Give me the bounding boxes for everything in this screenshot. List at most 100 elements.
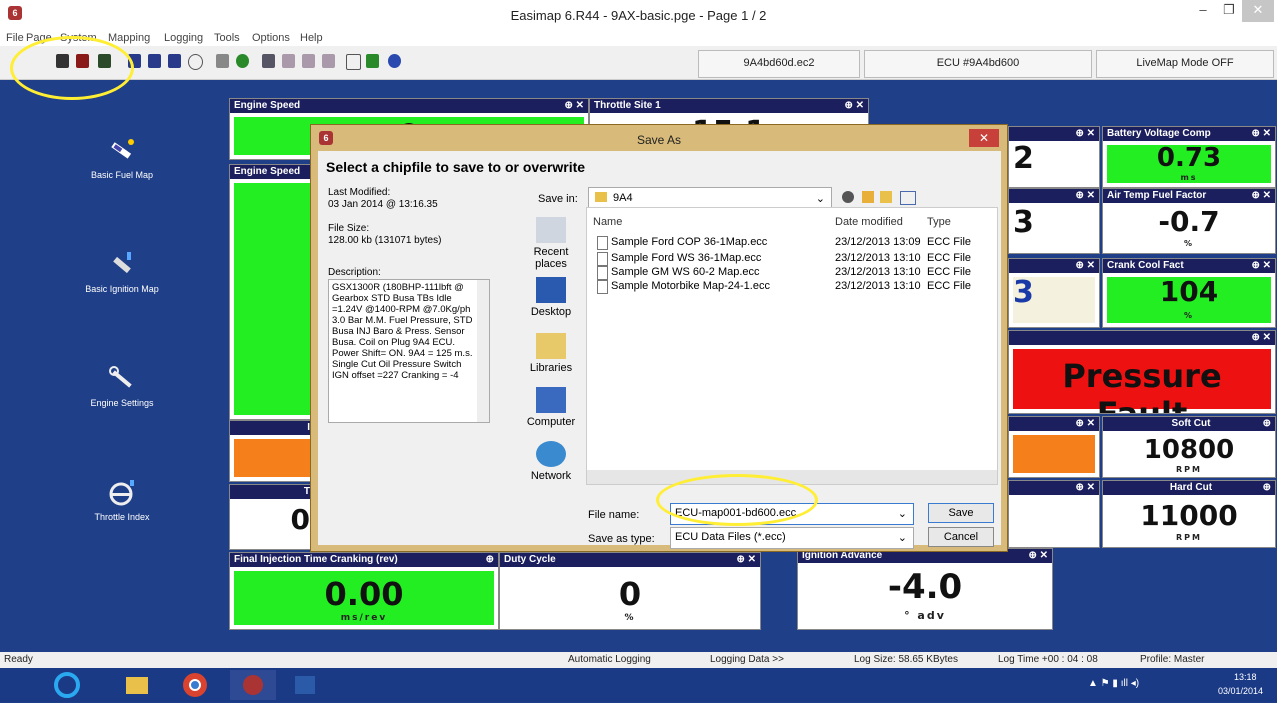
cancel-button[interactable]: Cancel <box>928 527 994 547</box>
clock-icon[interactable] <box>188 54 203 70</box>
close-button[interactable]: ✕ <box>1242 0 1274 22</box>
chevron-down-icon: ⌄ <box>897 508 907 520</box>
pin-icon[interactable]: ⊕ <box>1263 417 1271 431</box>
help-icon[interactable] <box>388 54 401 68</box>
gauge-soft-cut[interactable]: Soft Cut ⊕ 10800 RPM <box>1102 416 1276 478</box>
file-row[interactable]: Sample Ford WS 36-1Map.ecc 23/12/2013 13… <box>593 252 997 266</box>
view-menu-icon[interactable] <box>900 191 916 205</box>
gauge-pressure-fault[interactable]: ⊕ ✕ Pressure Fault <box>1008 330 1276 414</box>
status-log-time: Log Time +00 : 04 : 08 <box>998 654 1098 665</box>
menu-options[interactable]: Options <box>252 32 290 44</box>
file-row[interactable]: Sample Ford COP 36-1Map.ecc 23/12/2013 1… <box>593 236 997 250</box>
internet-explorer-icon[interactable] <box>44 670 90 700</box>
place-network[interactable]: Network <box>518 441 584 482</box>
gauge-partial-g[interactable]: ⊕ ✕ <box>1008 480 1100 548</box>
back-icon[interactable] <box>842 191 854 203</box>
column-date-modified[interactable]: Date modified <box>835 216 903 228</box>
live-icon[interactable] <box>366 54 379 68</box>
highlight-circle-toolbar <box>10 36 134 100</box>
gauge-crank-cool-fact[interactable]: Crank Cool Fact ⊕ ✕ 104 % <box>1102 258 1276 328</box>
pin-icon[interactable]: ⊕ <box>486 553 494 567</box>
description-box[interactable]: GSX1300R (180BHP-111lbft @ Gearbox STD B… <box>328 279 490 423</box>
pin-icon[interactable]: ⊕ ✕ <box>1251 127 1271 141</box>
dialog-heading: Select a chipfile to save to or overwrit… <box>326 159 586 175</box>
desktop-engine-settings[interactable]: Engine Settings <box>62 364 182 408</box>
next-page-icon[interactable] <box>168 54 181 68</box>
menu-help[interactable]: Help <box>300 32 323 44</box>
pin-icon[interactable]: ⊕ ✕ <box>564 99 584 113</box>
graph-icon[interactable] <box>282 54 295 68</box>
gauge-partial-c[interactable]: ⊕ ✕ 3 <box>1008 258 1100 328</box>
pin-icon[interactable]: ⊕ ✕ <box>736 553 756 567</box>
gauge-partial-e[interactable]: T 0 <box>229 484 319 550</box>
menu-logging[interactable]: Logging <box>164 32 203 44</box>
status-auto-logging[interactable]: Automatic Logging <box>568 654 651 665</box>
file-list[interactable]: Name Date modified Type Sample Ford COP … <box>586 207 998 485</box>
place-computer[interactable]: Computer <box>518 387 584 428</box>
up-folder-icon[interactable] <box>862 191 874 203</box>
minimize-button[interactable]: – <box>1190 0 1216 22</box>
info-icon[interactable] <box>236 54 249 68</box>
pin-icon[interactable]: ⊕ ✕ <box>1251 259 1271 273</box>
save-button[interactable]: Save <box>928 503 994 523</box>
gauge-final-injection-time-cranking[interactable]: Final Injection Time Cranking (rev) ⊕ 0.0… <box>229 552 499 630</box>
window-title: Easimap 6.R44 - 9AX-basic.pge - Page 1 /… <box>510 8 767 23</box>
gauge-hard-cut[interactable]: Hard Cut ⊕ 11000 RPM <box>1102 480 1276 548</box>
place-recent[interactable]: Recent places <box>518 217 584 270</box>
pin-icon[interactable]: ⊕ ✕ <box>844 99 864 113</box>
new-folder-icon[interactable] <box>880 191 892 203</box>
place-libraries[interactable]: Libraries <box>518 333 584 374</box>
clock-date[interactable]: 03/01/2014 <box>1218 686 1263 696</box>
map-icon[interactable] <box>262 54 275 68</box>
graph2-icon[interactable] <box>302 54 315 68</box>
word-icon[interactable] <box>282 670 328 700</box>
desktop-throttle-index[interactable]: Throttle Index <box>62 478 182 522</box>
gauge-battery-voltage-comp[interactable]: Battery Voltage Comp ⊕ ✕ 0.73 ms <box>1102 126 1276 188</box>
desktop-basic-fuel-map[interactable]: Basic Fuel Map <box>62 136 182 180</box>
menu-file[interactable]: File <box>6 32 24 44</box>
status-logging-data[interactable]: Logging Data >> <box>710 654 784 665</box>
throttle-icon <box>107 478 137 508</box>
clock-time[interactable]: 13:18 <box>1234 672 1257 682</box>
desktop-basic-ignition-map[interactable]: Basic Ignition Map <box>62 250 182 294</box>
gauge-partial-d[interactable]: I <box>229 420 319 482</box>
tray-icons[interactable]: ▲ ⚑ ▮ ıll ◂) <box>1088 678 1139 689</box>
column-name[interactable]: Name <box>593 216 622 228</box>
menu-tools[interactable]: Tools <box>214 32 240 44</box>
pin-icon[interactable]: ⊕ ✕ <box>1028 549 1048 563</box>
toolbar: 9A4bd60d.ec2 ECU #9A4bd600 LiveMap Mode … <box>0 46 1277 80</box>
desktop-icon <box>536 277 566 303</box>
pin-icon[interactable]: ⊕ <box>1263 481 1271 495</box>
gauge-air-temp-fuel-factor[interactable]: Air Temp Fuel Factor ⊕ ✕ -0.7 % <box>1102 188 1276 254</box>
gauge-engine-speed-2[interactable]: Engine Speed <box>229 164 319 420</box>
gauge-partial-a[interactable]: ⊕ ✕ 2 <box>1008 126 1100 188</box>
pin-icon[interactable]: ⊕ ✕ <box>1251 189 1271 203</box>
file-row[interactable]: Sample Motorbike Map-24-1.ecc 23/12/2013… <box>593 280 997 294</box>
window-icon[interactable] <box>346 54 361 70</box>
livemap-status[interactable]: LiveMap Mode OFF <box>1096 50 1274 78</box>
menu-mapping[interactable]: Mapping <box>108 32 150 44</box>
menu-bar: File Page System Mapping Logging Tools O… <box>0 30 1277 46</box>
dialog-close-button[interactable]: ✕ <box>969 129 999 147</box>
status-ready: Ready <box>4 654 33 665</box>
column-type[interactable]: Type <box>927 216 951 228</box>
file-row[interactable]: Sample GM WS 60-2 Map.ecc 23/12/2013 13:… <box>593 266 997 280</box>
description-scrollbar[interactable] <box>477 280 489 422</box>
chrome-icon[interactable] <box>172 670 218 700</box>
gauge-duty-cycle[interactable]: Duty Cycle ⊕ ✕ 0 % <box>499 552 761 630</box>
save-as-type-select[interactable]: ECU Data Files (*.ecc) ⌄ <box>670 527 914 549</box>
gauge-ignition-advance[interactable]: Ignition Advance ⊕ ✕ -4.0 ° adv <box>797 548 1053 630</box>
file-size-value: 128.00 kb (131071 bytes) <box>328 235 442 246</box>
place-desktop[interactable]: Desktop <box>518 277 584 318</box>
tools-icon[interactable] <box>216 54 229 68</box>
prev-page-icon[interactable] <box>148 54 161 68</box>
wrench-icon <box>107 364 137 394</box>
easimap-taskbar-icon[interactable] <box>230 670 276 700</box>
file-status: 9A4bd60d.ec2 <box>698 50 860 78</box>
gauge-partial-f[interactable]: ⊕ ✕ <box>1008 416 1100 478</box>
gauge-partial-b[interactable]: ⊕ ✕ 3 <box>1008 188 1100 254</box>
graph3-icon[interactable] <box>322 54 335 68</box>
restore-button[interactable]: ❐ <box>1216 0 1242 22</box>
ecu-status: ECU #9A4bd600 <box>864 50 1092 78</box>
file-explorer-icon[interactable] <box>114 670 160 700</box>
